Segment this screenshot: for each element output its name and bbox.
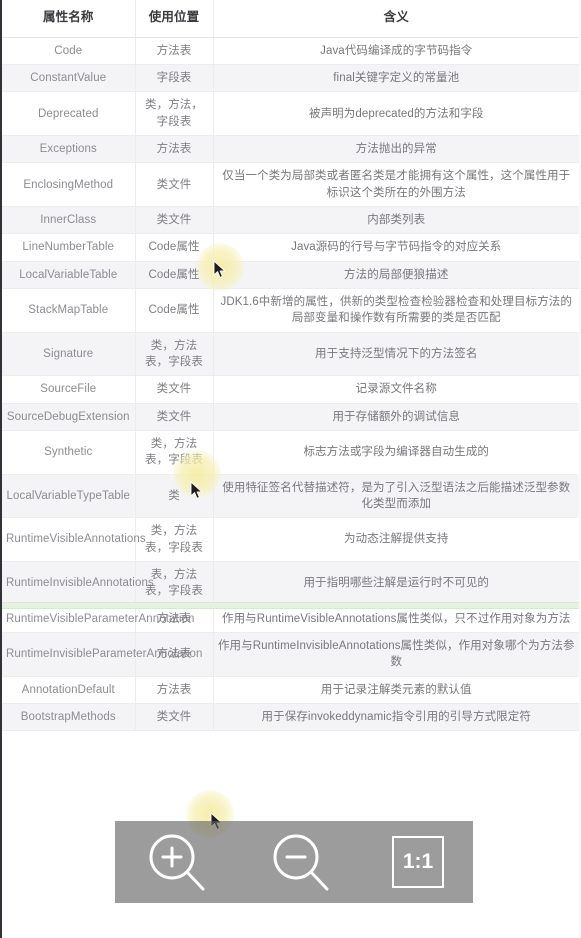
cell-attribute-name: Exceptions xyxy=(2,135,136,164)
cell-attribute-name: Signature xyxy=(2,332,136,377)
table-row: LineNumberTable Code属性 Java源码的行号与字节码指令的对应关… xyxy=(2,233,579,262)
cell-usage-location: 类，方法表，字段表 xyxy=(135,517,214,562)
cell-meaning: Java代码编译成的字节码指令 xyxy=(213,37,579,66)
cell-meaning: 方法抛出的异常 xyxy=(213,135,579,164)
cell-usage-location: Code属性 xyxy=(135,261,214,290)
left-edge-rail xyxy=(0,0,2,938)
cell-usage-location: 类文件 xyxy=(135,403,214,432)
cell-meaning: 方法的局部便狼描述 xyxy=(213,261,579,290)
cell-attribute-name: SourceFile xyxy=(2,375,136,404)
cell-usage-location: Code属性 xyxy=(135,233,214,262)
cell-meaning: 被声明为deprecated的方法和字段 xyxy=(213,91,579,137)
cell-usage-location: 方法表 xyxy=(135,676,214,704)
cell-usage-location: 字段表 xyxy=(135,64,214,93)
cell-meaning: 作用与RuntimeVisibleAnnotations属性类似，只不过作用对象… xyxy=(213,605,579,633)
column-header-meaning: 含义 xyxy=(213,0,579,38)
table-row: RuntimeVisibleAnnotations 类，方法表，字段表 为动态注解提… xyxy=(2,517,579,562)
cell-attribute-name: LocalVariableTable xyxy=(2,261,136,290)
cell-meaning: JDK1.6中新增的属性，供新的类型检查检验器检查和处理目标方法的局部变量和操作… xyxy=(213,288,579,333)
cell-meaning: 仅当一个类为局部类或者匿名类是才能拥有这个属性，这个属性用于标识这个类所在的外围… xyxy=(213,162,579,208)
cell-attribute-name: AnnotationDefault xyxy=(2,676,136,704)
cell-usage-location: 表，方法表，字段表 xyxy=(135,561,214,606)
cell-meaning: final关键字定义的常量池 xyxy=(213,64,579,93)
zoom-toolbar-overlay: 1:1 xyxy=(115,821,473,903)
cell-usage-location: 类文件 xyxy=(135,703,214,732)
cell-usage-location: 类文件 xyxy=(135,206,214,235)
cell-attribute-name: RuntimeInvisibleAnnotations xyxy=(2,561,154,606)
table-header-row: 属性名称 使用位置 含义 xyxy=(2,0,579,38)
table-row: InnerClass 类文件 内部类列表 xyxy=(2,206,579,235)
magnifier-plus-icon xyxy=(149,834,205,891)
screenshot-viewer: 属性名称 使用位置 含义 Code 方法表 Java代码编译成的字节码指令 Const… xyxy=(0,0,581,938)
cell-attribute-name: RuntimeVisibleAnnotations xyxy=(2,517,146,562)
table-header: 属性名称 使用位置 含义 xyxy=(2,0,579,38)
table-row: BootstrapMethods 类文件 用于保存invokeddynamic指令引… xyxy=(2,703,579,732)
column-header-name: 属性名称 xyxy=(2,0,136,38)
zoom-out-button[interactable] xyxy=(268,829,334,895)
cell-usage-location: 类，方法表，字段表 xyxy=(135,332,214,377)
cell-attribute-name: BootstrapMethods xyxy=(2,703,136,732)
column-header-location: 使用位置 xyxy=(135,0,214,38)
table-row: SourceDebugExtension 类文件 用于存储额外的调试信息 xyxy=(2,403,579,432)
cell-usage-location: 方法表 xyxy=(135,37,214,66)
table-row: Deprecated 类，方法，字段表 被声明为deprecated的方法和字段 xyxy=(2,91,579,137)
table-row: StackMapTable Code属性 JDK1.6中新增的属性，供新的类型检查检… xyxy=(2,288,579,333)
magnifier-minus-icon xyxy=(273,834,329,891)
cell-meaning: 用于存储额外的调试信息 xyxy=(213,403,579,432)
cell-attribute-name: SourceDebugExtension xyxy=(2,403,136,432)
table-row: ConstantValue 字段表 final关键字定义的常量池 xyxy=(2,64,579,93)
table-row: Synthetic 类，方法表，字段表 标志方法或字段为编译器自动生成的 xyxy=(2,430,579,475)
cell-meaning: 用于保存invokeddynamic指令引用的引导方式限定符 xyxy=(213,703,579,732)
cell-attribute-name: RuntimeInvisibleParameterAnnotation xyxy=(2,632,202,677)
cell-attribute-name: Synthetic xyxy=(2,430,136,475)
cell-attribute-name: LocalVariableTypeTable xyxy=(2,474,136,519)
cell-meaning: 为动态注解提供支持 xyxy=(213,517,579,562)
table-row: RuntimeVisibleParameterAnnotation 方法表 作用与R… xyxy=(2,605,579,633)
cell-attribute-name: StackMapTable xyxy=(2,288,136,333)
table-row: Signature 类，方法表，字段表 用于支持泛型情况下的方法签名 xyxy=(2,332,579,377)
cell-usage-location: 类，方法表，字段表 xyxy=(135,430,214,475)
cell-attribute-name: Code xyxy=(2,37,136,66)
zoom-in-button[interactable] xyxy=(144,829,210,895)
cell-usage-location: 类，方法，字段表 xyxy=(135,91,214,137)
cell-usage-location: 类文件 xyxy=(135,162,214,208)
cell-meaning: 用于指明哪些注解是运行时不可见的 xyxy=(213,561,579,606)
cell-meaning: 作用与RuntimeInvisibleAnnotations属性类似，作用对象哪… xyxy=(213,632,579,677)
cell-meaning: 用于支持泛型情况下的方法签名 xyxy=(213,332,579,377)
cell-usage-location: 类 xyxy=(135,474,214,519)
cell-attribute-name: EnclosingMethod xyxy=(2,162,136,208)
table-row: RuntimeInvisibleAnnotations 表，方法表，字段表 用于指明… xyxy=(2,561,579,606)
cell-meaning: 记录源文件名称 xyxy=(213,375,579,404)
cell-meaning: 用于记录注解类元素的默认值 xyxy=(213,676,579,704)
cell-attribute-name: Deprecated xyxy=(2,91,136,137)
cell-attribute-name: InnerClass xyxy=(2,206,136,235)
cell-usage-location: Code属性 xyxy=(135,288,214,333)
table-body: Code 方法表 Java代码编译成的字节码指令 ConstantValue 字段表 fi… xyxy=(2,37,579,732)
cell-meaning: 标志方法或字段为编译器自动生成的 xyxy=(213,430,579,475)
class-attributes-table: 属性名称 使用位置 含义 Code 方法表 Java代码编译成的字节码指令 Const… xyxy=(2,0,579,732)
cell-attribute-name: ConstantValue xyxy=(2,64,136,93)
table-row: Exceptions 方法表 方法抛出的异常 xyxy=(2,135,579,164)
table-row: SourceFile 类文件 记录源文件名称 xyxy=(2,375,579,404)
table-row: RuntimeInvisibleParameterAnnotation 方法表 作用… xyxy=(2,632,579,677)
cell-attribute-name: LineNumberTable xyxy=(2,233,136,262)
cell-usage-location: 方法表 xyxy=(135,135,214,164)
table-row: Code 方法表 Java代码编译成的字节码指令 xyxy=(2,37,579,66)
cell-meaning: 内部类列表 xyxy=(213,206,579,235)
table-row: EnclosingMethod 类文件 仅当一个类为局部类或者匿名类是才能拥有这个属… xyxy=(2,162,579,208)
table-row: LocalVariableTable Code属性 方法的局部便狼描述 xyxy=(2,261,579,290)
table-row: LocalVariableTypeTable 类使用特征签名代替描述符，是为了引入… xyxy=(2,474,579,519)
table-row: AnnotationDefault 方法表 用于记录注解类元素的默认值 xyxy=(2,676,579,704)
cell-meaning: 使用特征签名代替描述符，是为了引入泛型语法之后能描述泛型参数化类型而添加 xyxy=(213,474,579,519)
cell-usage-location: 类文件 xyxy=(135,375,214,404)
cell-meaning: Java源码的行号与字节码指令的对应关系 xyxy=(213,233,579,262)
actual-size-button[interactable]: 1:1 xyxy=(392,836,444,888)
capture-seam-divider xyxy=(2,602,579,609)
cell-attribute-name: RuntimeVisibleParameterAnnotation xyxy=(2,605,194,633)
